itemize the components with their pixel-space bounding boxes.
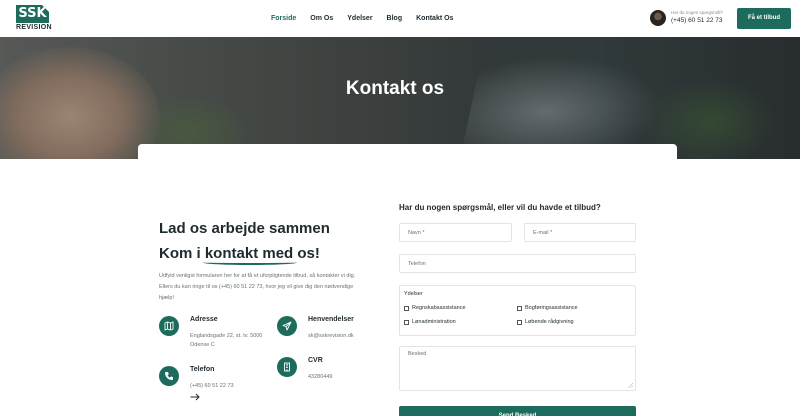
email-field[interactable]: E-mail *	[524, 223, 636, 242]
intro-subheading-highlight: kontakt med	[204, 245, 294, 262]
ssk-revision-logo[interactable]: SSK REVISION	[16, 5, 52, 33]
header-contact[interactable]: Har du nogen spørgsmål? (+45) 60 51 22 7…	[650, 10, 730, 28]
service-checkbox-lon[interactable]: Lønadministration	[404, 319, 456, 325]
service-label: Bogføringsassistance	[525, 305, 578, 311]
message-field-placeholder: Besked	[408, 351, 427, 357]
nav-item-blog[interactable]: Blog	[387, 15, 403, 22]
hero-banner: Kontakt os	[0, 37, 800, 159]
phone-field-placeholder: Telefon	[408, 261, 426, 267]
checkbox[interactable]	[517, 305, 522, 311]
resize-handle-icon[interactable]	[628, 383, 633, 388]
service-label: Løbende rådgivning	[525, 319, 574, 325]
name-field-placeholder: Navn *	[408, 230, 425, 236]
logo-wordmark: REVISION	[16, 24, 52, 31]
address-info: Adresse Englandsgade 22, st. tv. 5000 Od…	[159, 316, 269, 356]
avatar	[650, 10, 666, 26]
checkbox[interactable]	[404, 305, 409, 311]
intro-heading: Lad os arbejde sammen	[159, 220, 330, 237]
service-label: Lønadministration	[412, 319, 456, 325]
content-card-top	[138, 144, 677, 159]
building-icon	[277, 357, 297, 377]
address-title: Adresse	[190, 316, 218, 323]
form-title: Har du nogen spørgsmål, eller vil du hav…	[399, 203, 601, 212]
service-checkbox-bogforing[interactable]: Bogføringsassistance	[517, 305, 578, 311]
phone-info: Telefon (+45) 60 51 22 73	[159, 366, 269, 406]
intro-subheading: Kom i kontakt med os!	[159, 245, 320, 262]
logo-mark: SSK	[16, 5, 49, 23]
main-nav: Forside Om Os Ydelser Blog Kontakt Os	[271, 15, 467, 22]
cvr-info: CVR 43280449	[277, 357, 387, 397]
phone-title: Telefon	[190, 366, 215, 373]
address-value: Englandsgade 22, st. tv. 5000 Odense C	[190, 332, 262, 350]
cvr-value: 43280449	[308, 374, 333, 380]
cvr-title: CVR	[308, 357, 323, 364]
checkbox[interactable]	[517, 319, 522, 325]
page-title: Kontakt os	[345, 78, 445, 99]
name-field[interactable]: Navn *	[399, 223, 512, 242]
intro-description: Udfyld venligst formularen her for at få…	[159, 273, 356, 301]
email-field-placeholder: E-mail *	[533, 230, 553, 236]
phone-value[interactable]: (+45) 60 51 22 73	[190, 382, 234, 391]
services-label: Ydelser	[404, 291, 423, 297]
phone-icon	[159, 366, 179, 386]
address-line-1: Englandsgade 22, st. tv. 5000	[190, 333, 263, 339]
intro-subheading-prefix: Kom i	[159, 245, 205, 262]
inquiries-title: Henvendelser	[308, 316, 354, 323]
arrow-right-icon[interactable]	[190, 393, 200, 401]
nav-item-forside[interactable]: Forside	[271, 15, 296, 22]
paper-plane-icon	[277, 316, 297, 336]
nav-item-ydelser[interactable]: Ydelser	[347, 15, 372, 22]
site-header: SSK REVISION Forside Om Os Ydelser Blog …	[0, 0, 800, 37]
intro-subheading-suffix: os!	[293, 245, 320, 262]
service-label: Regnskabsassistance	[412, 305, 466, 311]
service-checkbox-regnskab[interactable]: Regnskabsassistance	[404, 305, 466, 311]
inquiries-info: Henvendelser sk@sskrevision.dk	[277, 316, 387, 356]
header-contact-question: Har du nogen spørgsmål?	[671, 10, 724, 15]
message-field[interactable]: Besked	[399, 346, 636, 391]
nav-item-om-os[interactable]: Om Os	[310, 15, 333, 22]
checkbox[interactable]	[404, 319, 409, 325]
service-checkbox-radgivning[interactable]: Løbende rådgivning	[517, 319, 574, 325]
send-message-button[interactable]: Send Besked	[399, 406, 636, 416]
address-line-2: Odense C	[190, 342, 215, 348]
inquiries-email[interactable]: sk@sskrevision.dk	[308, 332, 354, 341]
get-offer-button[interactable]: Få et tilbud	[737, 8, 791, 29]
phone-field[interactable]: Telefon	[399, 254, 636, 273]
header-contact-phone[interactable]: (+45) 60 51 22 73	[671, 17, 723, 24]
map-icon	[159, 316, 179, 336]
nav-item-kontakt-os[interactable]: Kontakt Os	[416, 15, 453, 22]
